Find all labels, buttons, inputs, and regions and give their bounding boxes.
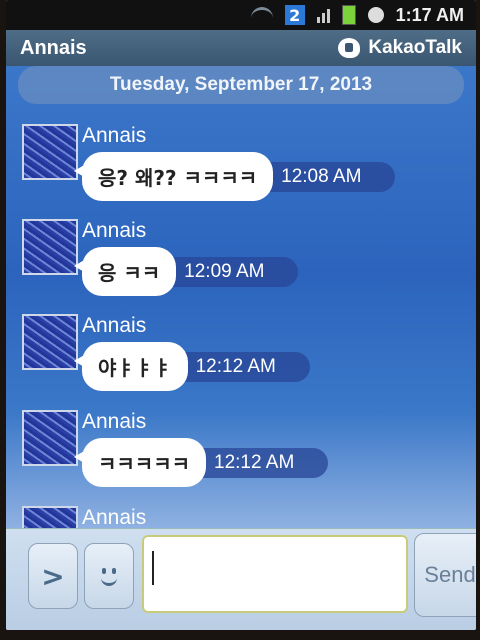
message: Annais 응 ㅋㅋ 12:09 AM (16, 219, 456, 309)
sender-name: Annais (82, 124, 147, 147)
chat-title[interactable]: Annais (20, 37, 87, 60)
expand-button[interactable]: > (28, 543, 78, 609)
sender-name: Annais (82, 410, 147, 433)
message: Annais 응? 왜?? ㅋㅋㅋㅋ 12:08 AM (16, 124, 456, 214)
message-time: 12:12 AM (200, 447, 329, 478)
wifi-icon (250, 6, 273, 24)
alarm-icon (367, 7, 384, 23)
message: Annais 야ㅑㅑㅑ 12:12 AM (16, 314, 456, 404)
message: Annais ㅋㅋㅋㅋㅋ 12:12 AM (16, 410, 456, 500)
message-bubble[interactable]: 응 ㅋㅋ (73, 247, 177, 296)
emoticon-button[interactable] (84, 543, 134, 609)
brand-name: KakaoTalk (368, 37, 462, 58)
avatar[interactable] (22, 410, 78, 466)
phone-screen: 2 1:17 AM Annais KakaoTalk Tuesday, Sept… (6, 0, 476, 630)
avatar[interactable] (22, 219, 78, 275)
date-divider: Tuesday, September 17, 2013 (18, 66, 464, 104)
send-button[interactable]: Send (414, 533, 476, 617)
sender-name: Annais (82, 219, 147, 242)
input-bar: > Send (6, 528, 476, 630)
status-bar: 2 1:17 AM (6, 0, 476, 30)
notification-badge: 2 (284, 5, 305, 25)
chat-header: Annais KakaoTalk (6, 30, 476, 66)
message-bubble[interactable]: 응? 왜?? ㅋㅋㅋㅋ (73, 152, 274, 201)
sender-name: Annais (82, 506, 147, 528)
kakaotalk-logo-icon (338, 38, 361, 58)
message-time: 12:08 AM (267, 161, 396, 192)
sender-name: Annais (82, 314, 147, 337)
message-time: 12:12 AM (181, 351, 310, 382)
signal-icon (316, 7, 330, 23)
message-input[interactable] (142, 535, 408, 613)
avatar[interactable] (22, 314, 78, 370)
status-time: 1:17 AM (395, 4, 464, 25)
chat-messages-area[interactable]: Tuesday, September 17, 2013 Annais 응? 왜?… (6, 66, 476, 528)
avatar[interactable] (22, 506, 78, 528)
avatar[interactable] (22, 124, 78, 180)
message-bubble[interactable]: 야ㅑㅑㅑ (74, 342, 188, 391)
text-cursor (152, 551, 154, 585)
battery-icon (341, 5, 356, 25)
message-time: 12:09 AM (170, 256, 299, 287)
message: Annais (16, 506, 456, 528)
smiley-icon (95, 562, 123, 590)
brand: KakaoTalk (338, 37, 462, 59)
message-bubble[interactable]: ㅋㅋㅋㅋㅋ (74, 438, 206, 487)
